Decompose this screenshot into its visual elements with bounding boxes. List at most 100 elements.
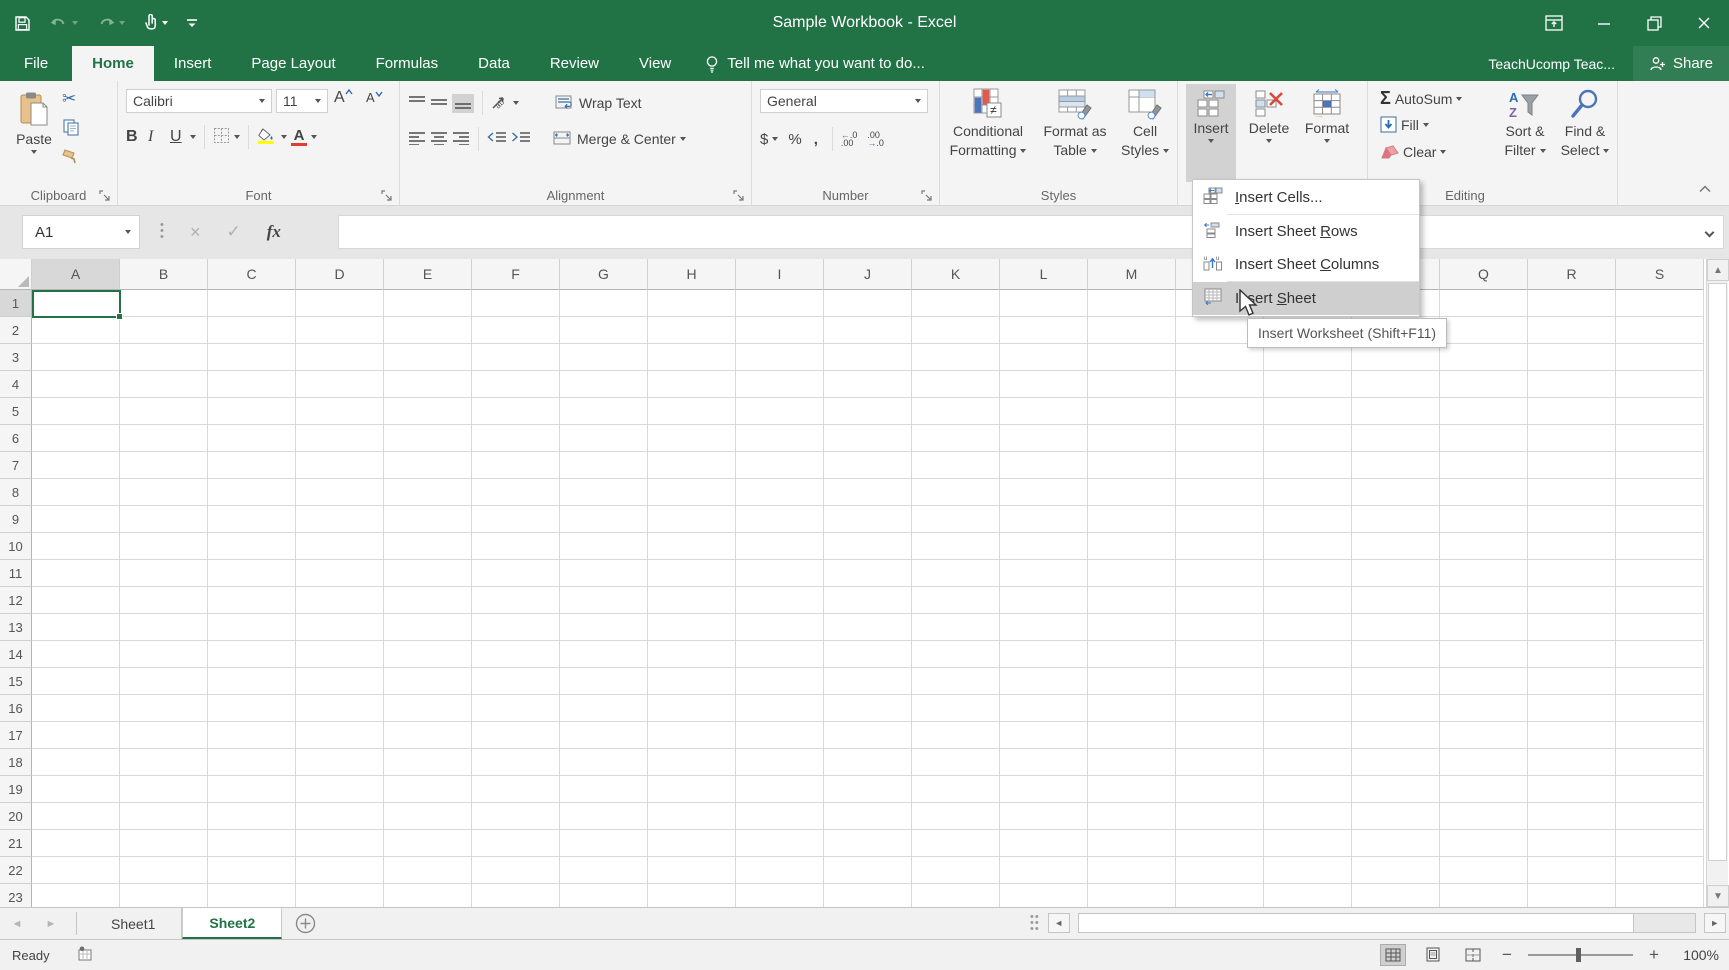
cell-I12[interactable] <box>736 587 824 614</box>
cell-M15[interactable] <box>1088 668 1176 695</box>
align-right-icon[interactable] <box>452 131 470 148</box>
cell-N11[interactable] <box>1176 560 1264 587</box>
insert-function-icon[interactable]: fx <box>267 222 281 242</box>
cell-J15[interactable] <box>824 668 912 695</box>
cell-Q15[interactable] <box>1440 668 1528 695</box>
cell-S6[interactable] <box>1616 425 1704 452</box>
cell-R16[interactable] <box>1528 695 1616 722</box>
cell-H9[interactable] <box>648 506 736 533</box>
row-header-4[interactable]: 4 <box>0 371 32 398</box>
cell-A5[interactable] <box>32 398 120 425</box>
cell-A16[interactable] <box>32 695 120 722</box>
cell-J16[interactable] <box>824 695 912 722</box>
cell-D13[interactable] <box>296 614 384 641</box>
cell-G6[interactable] <box>560 425 648 452</box>
increase-font-size-icon[interactable]: A <box>334 89 353 107</box>
row-header-19[interactable]: 19 <box>0 776 32 803</box>
cell-I10[interactable] <box>736 533 824 560</box>
cell-B5[interactable] <box>120 398 208 425</box>
cell-M7[interactable] <box>1088 452 1176 479</box>
cell-R6[interactable] <box>1528 425 1616 452</box>
cell-E15[interactable] <box>384 668 472 695</box>
cell-Q16[interactable] <box>1440 695 1528 722</box>
cell-P13[interactable] <box>1352 614 1440 641</box>
cell-D21[interactable] <box>296 830 384 857</box>
cell-J2[interactable] <box>824 317 912 344</box>
cell-J21[interactable] <box>824 830 912 857</box>
cell-F20[interactable] <box>472 803 560 830</box>
cell-L22[interactable] <box>1000 857 1088 884</box>
cell-E9[interactable] <box>384 506 472 533</box>
cell-S5[interactable] <box>1616 398 1704 425</box>
cell-K21[interactable] <box>912 830 1000 857</box>
cell-S11[interactable] <box>1616 560 1704 587</box>
cell-A17[interactable] <box>32 722 120 749</box>
row-header-9[interactable]: 9 <box>0 506 32 533</box>
cell-P14[interactable] <box>1352 641 1440 668</box>
cell-R9[interactable] <box>1528 506 1616 533</box>
cell-I8[interactable] <box>736 479 824 506</box>
cell-I7[interactable] <box>736 452 824 479</box>
cell-S15[interactable] <box>1616 668 1704 695</box>
decrease-font-size-icon[interactable]: A <box>366 90 383 105</box>
paste-button[interactable]: Paste <box>8 85 60 154</box>
tab-file[interactable]: File <box>0 46 72 81</box>
row-header-3[interactable]: 3 <box>0 344 32 371</box>
cell-R4[interactable] <box>1528 371 1616 398</box>
comma-style-icon[interactable]: , <box>814 131 818 148</box>
cell-L16[interactable] <box>1000 695 1088 722</box>
cell-Q7[interactable] <box>1440 452 1528 479</box>
cell-J7[interactable] <box>824 452 912 479</box>
row-header-22[interactable]: 22 <box>0 857 32 884</box>
column-header-B[interactable]: B <box>120 259 208 290</box>
cell-F13[interactable] <box>472 614 560 641</box>
cell-R12[interactable] <box>1528 587 1616 614</box>
cell-C19[interactable] <box>208 776 296 803</box>
cell-Q13[interactable] <box>1440 614 1528 641</box>
cell-D7[interactable] <box>296 452 384 479</box>
zoom-in-button[interactable]: + <box>1647 945 1661 965</box>
cell-I17[interactable] <box>736 722 824 749</box>
cell-K1[interactable] <box>912 290 1000 317</box>
cell-L21[interactable] <box>1000 830 1088 857</box>
orientation-dropdown-icon[interactable] <box>513 101 519 105</box>
cell-P16[interactable] <box>1352 695 1440 722</box>
cell-O17[interactable] <box>1264 722 1352 749</box>
cell-A15[interactable] <box>32 668 120 695</box>
cell-A12[interactable] <box>32 587 120 614</box>
column-header-J[interactable]: J <box>824 259 912 290</box>
cell-Q22[interactable] <box>1440 857 1528 884</box>
cell-P10[interactable] <box>1352 533 1440 560</box>
cell-I14[interactable] <box>736 641 824 668</box>
cell-P3[interactable] <box>1352 344 1440 371</box>
cell-L14[interactable] <box>1000 641 1088 668</box>
cell-K6[interactable] <box>912 425 1000 452</box>
cell-P6[interactable] <box>1352 425 1440 452</box>
row-header-15[interactable]: 15 <box>0 668 32 695</box>
cell-E11[interactable] <box>384 560 472 587</box>
conditional-formatting-button[interactable]: ≠ Conditional Formatting <box>942 81 1034 159</box>
cell-S4[interactable] <box>1616 371 1704 398</box>
cell-Q10[interactable] <box>1440 533 1528 560</box>
borders-dropdown-icon[interactable] <box>234 135 240 139</box>
cell-P9[interactable] <box>1352 506 1440 533</box>
cell-J19[interactable] <box>824 776 912 803</box>
menu-item-insert-sheet-rows[interactable]: Insert Sheet Rows <box>1193 215 1419 248</box>
cell-I18[interactable] <box>736 749 824 776</box>
cell-P20[interactable] <box>1352 803 1440 830</box>
cell-G5[interactable] <box>560 398 648 425</box>
cell-C18[interactable] <box>208 749 296 776</box>
cell-H17[interactable] <box>648 722 736 749</box>
cell-Q4[interactable] <box>1440 371 1528 398</box>
cell-H2[interactable] <box>648 317 736 344</box>
column-header-S[interactable]: S <box>1616 259 1704 290</box>
bold-button[interactable]: B <box>126 128 144 146</box>
row-header-14[interactable]: 14 <box>0 641 32 668</box>
cell-I13[interactable] <box>736 614 824 641</box>
cell-I16[interactable] <box>736 695 824 722</box>
horizontal-scroll-track[interactable] <box>1078 913 1696 933</box>
cell-I2[interactable] <box>736 317 824 344</box>
cell-O3[interactable] <box>1264 344 1352 371</box>
cell-B7[interactable] <box>120 452 208 479</box>
name-box-dropdown-icon[interactable] <box>125 230 131 234</box>
